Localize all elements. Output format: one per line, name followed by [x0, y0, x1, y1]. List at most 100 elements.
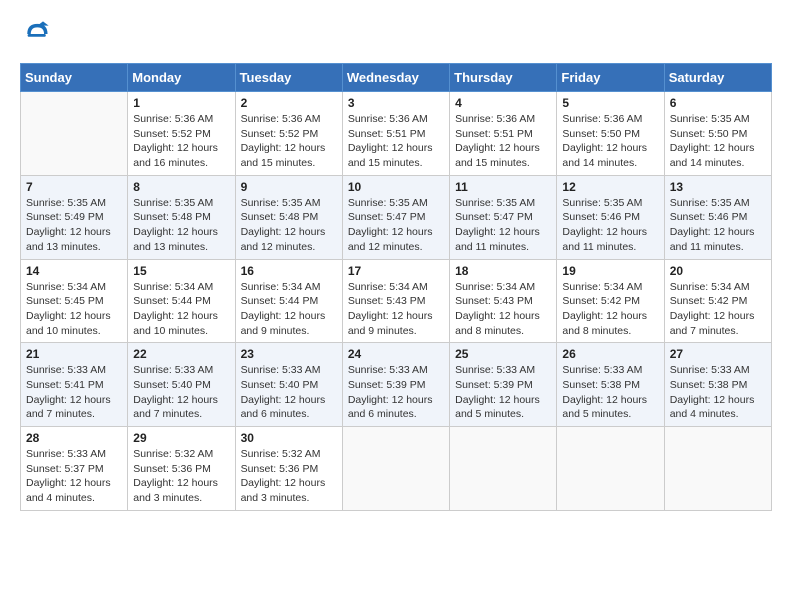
calendar-cell: 21 Sunrise: 5:33 AM Sunset: 5:41 PM Dayli…: [21, 343, 128, 427]
day-info: Sunrise: 5:33 AM Sunset: 5:38 PM Dayligh…: [670, 363, 766, 422]
day-number: 18: [455, 264, 551, 278]
day-number: 21: [26, 347, 122, 361]
day-info: Sunrise: 5:32 AM Sunset: 5:36 PM Dayligh…: [241, 447, 337, 506]
calendar-week-row: 21 Sunrise: 5:33 AM Sunset: 5:41 PM Dayli…: [21, 343, 772, 427]
day-info: Sunrise: 5:33 AM Sunset: 5:40 PM Dayligh…: [133, 363, 229, 422]
calendar-cell: 19 Sunrise: 5:34 AM Sunset: 5:42 PM Dayli…: [557, 259, 664, 343]
calendar-cell: 24 Sunrise: 5:33 AM Sunset: 5:39 PM Dayli…: [342, 343, 449, 427]
day-info: Sunrise: 5:33 AM Sunset: 5:41 PM Dayligh…: [26, 363, 122, 422]
day-info: Sunrise: 5:34 AM Sunset: 5:42 PM Dayligh…: [562, 280, 658, 339]
day-info: Sunrise: 5:35 AM Sunset: 5:48 PM Dayligh…: [133, 196, 229, 255]
day-number: 30: [241, 431, 337, 445]
calendar-cell: 20 Sunrise: 5:34 AM Sunset: 5:42 PM Dayli…: [664, 259, 771, 343]
calendar-cell: 14 Sunrise: 5:34 AM Sunset: 5:45 PM Dayli…: [21, 259, 128, 343]
calendar-cell: 9 Sunrise: 5:35 AM Sunset: 5:48 PM Daylig…: [235, 175, 342, 259]
day-number: 11: [455, 180, 551, 194]
day-info: Sunrise: 5:34 AM Sunset: 5:45 PM Dayligh…: [26, 280, 122, 339]
day-number: 8: [133, 180, 229, 194]
day-info: Sunrise: 5:36 AM Sunset: 5:50 PM Dayligh…: [562, 112, 658, 171]
day-number: 26: [562, 347, 658, 361]
weekday-header: Saturday: [664, 64, 771, 92]
calendar-cell: 7 Sunrise: 5:35 AM Sunset: 5:49 PM Daylig…: [21, 175, 128, 259]
calendar-cell: 16 Sunrise: 5:34 AM Sunset: 5:44 PM Dayli…: [235, 259, 342, 343]
calendar-cell: 26 Sunrise: 5:33 AM Sunset: 5:38 PM Dayli…: [557, 343, 664, 427]
weekday-header: Tuesday: [235, 64, 342, 92]
day-info: Sunrise: 5:34 AM Sunset: 5:43 PM Dayligh…: [455, 280, 551, 339]
day-info: Sunrise: 5:35 AM Sunset: 5:49 PM Dayligh…: [26, 196, 122, 255]
calendar-cell: [21, 92, 128, 176]
day-info: Sunrise: 5:36 AM Sunset: 5:52 PM Dayligh…: [133, 112, 229, 171]
day-number: 19: [562, 264, 658, 278]
calendar-cell: 25Sunrise: 5:33 AM Sunset: 5:39 PM Dayli…: [450, 343, 557, 427]
day-number: 3: [348, 96, 444, 110]
calendar-cell: [557, 427, 664, 511]
calendar-cell: 15 Sunrise: 5:34 AM Sunset: 5:44 PM Dayli…: [128, 259, 235, 343]
day-number: 12: [562, 180, 658, 194]
calendar-cell: 10 Sunrise: 5:35 AM Sunset: 5:47 PM Dayli…: [342, 175, 449, 259]
day-info: Sunrise: 5:33 AM Sunset: 5:39 PM Dayligh…: [455, 363, 551, 422]
day-info: Sunrise: 5:33 AM Sunset: 5:38 PM Dayligh…: [562, 363, 658, 422]
day-number: 29: [133, 431, 229, 445]
calendar-cell: 6Sunrise: 5:35 AM Sunset: 5:50 PM Daylig…: [664, 92, 771, 176]
day-info: Sunrise: 5:35 AM Sunset: 5:46 PM Dayligh…: [670, 196, 766, 255]
calendar-table: SundayMondayTuesdayWednesdayThursdayFrid…: [20, 63, 772, 511]
day-number: 2: [241, 96, 337, 110]
calendar-cell: 3Sunrise: 5:36 AM Sunset: 5:51 PM Daylig…: [342, 92, 449, 176]
calendar-cell: 29Sunrise: 5:32 AM Sunset: 5:36 PM Dayli…: [128, 427, 235, 511]
day-info: Sunrise: 5:35 AM Sunset: 5:47 PM Dayligh…: [455, 196, 551, 255]
logo-icon: [22, 20, 50, 48]
day-info: Sunrise: 5:34 AM Sunset: 5:44 PM Dayligh…: [241, 280, 337, 339]
calendar-cell: 12 Sunrise: 5:35 AM Sunset: 5:46 PM Dayli…: [557, 175, 664, 259]
day-number: 24: [348, 347, 444, 361]
day-info: Sunrise: 5:35 AM Sunset: 5:47 PM Dayligh…: [348, 196, 444, 255]
calendar-cell: 22 Sunrise: 5:33 AM Sunset: 5:40 PM Dayli…: [128, 343, 235, 427]
calendar-cell: 4 Sunrise: 5:36 AM Sunset: 5:51 PM Daylig…: [450, 92, 557, 176]
calendar-cell: 30 Sunrise: 5:32 AM Sunset: 5:36 PM Dayli…: [235, 427, 342, 511]
day-number: 20: [670, 264, 766, 278]
day-number: 9: [241, 180, 337, 194]
day-number: 7: [26, 180, 122, 194]
calendar-cell: 27 Sunrise: 5:33 AM Sunset: 5:38 PM Dayli…: [664, 343, 771, 427]
day-number: 6: [670, 96, 766, 110]
calendar-cell: [342, 427, 449, 511]
calendar-cell: 17Sunrise: 5:34 AM Sunset: 5:43 PM Dayli…: [342, 259, 449, 343]
day-number: 5: [562, 96, 658, 110]
day-number: 4: [455, 96, 551, 110]
calendar-week-row: 7 Sunrise: 5:35 AM Sunset: 5:49 PM Daylig…: [21, 175, 772, 259]
calendar-cell: 1 Sunrise: 5:36 AM Sunset: 5:52 PM Daylig…: [128, 92, 235, 176]
day-info: Sunrise: 5:33 AM Sunset: 5:40 PM Dayligh…: [241, 363, 337, 422]
day-number: 22: [133, 347, 229, 361]
day-info: Sunrise: 5:35 AM Sunset: 5:46 PM Dayligh…: [562, 196, 658, 255]
weekday-header: Monday: [128, 64, 235, 92]
day-info: Sunrise: 5:34 AM Sunset: 5:42 PM Dayligh…: [670, 280, 766, 339]
day-info: Sunrise: 5:33 AM Sunset: 5:39 PM Dayligh…: [348, 363, 444, 422]
calendar-cell: 2 Sunrise: 5:36 AM Sunset: 5:52 PM Daylig…: [235, 92, 342, 176]
day-info: Sunrise: 5:36 AM Sunset: 5:51 PM Dayligh…: [455, 112, 551, 171]
day-info: Sunrise: 5:36 AM Sunset: 5:52 PM Dayligh…: [241, 112, 337, 171]
day-info: Sunrise: 5:34 AM Sunset: 5:44 PM Dayligh…: [133, 280, 229, 339]
weekday-header: Wednesday: [342, 64, 449, 92]
calendar-cell: [664, 427, 771, 511]
day-number: 13: [670, 180, 766, 194]
day-number: 28: [26, 431, 122, 445]
weekday-header: Thursday: [450, 64, 557, 92]
calendar-cell: 13 Sunrise: 5:35 AM Sunset: 5:46 PM Dayli…: [664, 175, 771, 259]
day-number: 15: [133, 264, 229, 278]
calendar-cell: 28Sunrise: 5:33 AM Sunset: 5:37 PM Dayli…: [21, 427, 128, 511]
day-info: Sunrise: 5:34 AM Sunset: 5:43 PM Dayligh…: [348, 280, 444, 339]
calendar-week-row: 28Sunrise: 5:33 AM Sunset: 5:37 PM Dayli…: [21, 427, 772, 511]
day-number: 23: [241, 347, 337, 361]
day-number: 27: [670, 347, 766, 361]
day-number: 10: [348, 180, 444, 194]
calendar-cell: [450, 427, 557, 511]
logo: [20, 20, 50, 53]
day-number: 16: [241, 264, 337, 278]
day-number: 1: [133, 96, 229, 110]
day-info: Sunrise: 5:35 AM Sunset: 5:48 PM Dayligh…: [241, 196, 337, 255]
page-header: [20, 20, 772, 53]
calendar-week-row: 14 Sunrise: 5:34 AM Sunset: 5:45 PM Dayli…: [21, 259, 772, 343]
day-number: 14: [26, 264, 122, 278]
weekday-header-row: SundayMondayTuesdayWednesdayThursdayFrid…: [21, 64, 772, 92]
calendar-cell: 5 Sunrise: 5:36 AM Sunset: 5:50 PM Daylig…: [557, 92, 664, 176]
calendar-cell: 8 Sunrise: 5:35 AM Sunset: 5:48 PM Daylig…: [128, 175, 235, 259]
